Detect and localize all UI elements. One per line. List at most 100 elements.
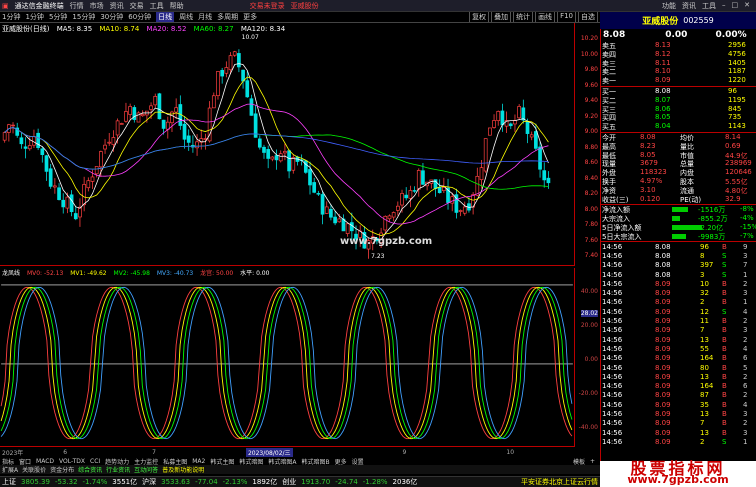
tool-button[interactable]: 画线 — [535, 12, 556, 22]
trade-price: 8.09 — [655, 335, 671, 344]
indicator-tick: 0.00 — [584, 356, 598, 363]
server-info[interactable]: 平安证券北京上证云行情 — [521, 477, 598, 487]
tool-button[interactable]: 复权 — [469, 12, 490, 22]
info-tab[interactable]: 普及新功能说明 — [162, 465, 204, 474]
period-tab[interactable]: 5分钟 — [49, 12, 67, 22]
add-tab[interactable]: + — [590, 458, 595, 465]
stat-row[interactable]: 现量 3679 总量 238969 — [600, 159, 756, 168]
menu-item[interactable]: 帮助 — [170, 1, 184, 11]
tool-button[interactable]: F10 — [557, 12, 576, 22]
stat-row[interactable]: 最低 8.05 市值 44.9亿 — [600, 151, 756, 160]
period-tab[interactable]: 更多 — [243, 12, 257, 22]
bid-price: 8.08 — [655, 87, 671, 95]
stat-row[interactable]: 收益(三) 0.120 PE(动) 32.9 — [600, 195, 756, 204]
index-name[interactable]: 上证 — [2, 477, 16, 487]
index-name[interactable]: 沪深 — [142, 477, 156, 487]
menu-item[interactable]: 市场 — [90, 1, 104, 11]
trade-price: 8.08 — [655, 251, 671, 260]
info-tab[interactable]: 扩展A — [2, 465, 18, 474]
trade-time: 14:56 — [602, 410, 623, 418]
candle-body — [220, 69, 225, 77]
bid-price: 8.05 — [655, 113, 671, 122]
period-tab[interactable]: 月线 — [198, 12, 212, 22]
ind-tab[interactable]: MACD — [36, 458, 54, 465]
trade-row: 14:56 8.09 2 S 1 — [600, 438, 756, 447]
date-axis: 2023年 6 7 2023/08/02/三 9 10 — [0, 448, 600, 457]
ind-tab[interactable]: VOL-TDX — [59, 458, 85, 465]
period-tab[interactable]: 1分钟 — [25, 12, 43, 22]
ask-row[interactable]: 卖五 8.13 2956 — [600, 41, 756, 50]
close-icon[interactable]: ✕ — [744, 1, 750, 11]
stock-header[interactable]: 亚威股份 002559 — [600, 12, 756, 29]
period-tab[interactable]: 30分钟 — [100, 12, 123, 22]
bid-row[interactable]: 买二 8.07 1195 — [600, 96, 756, 105]
info-tab[interactable]: 关联股价 — [22, 465, 46, 474]
stat-value: 32.9 — [725, 194, 741, 203]
trade-row: 14:56 8.09 12 S 4 — [600, 308, 756, 317]
period-tab[interactable]: 多周期 — [217, 12, 238, 22]
stat-row[interactable]: 最高 8.23 量比 0.69 — [600, 142, 756, 151]
trade-status[interactable]: 交易未登录 — [250, 1, 285, 11]
stat-row[interactable]: 净资 3.10 流通 4.80亿 — [600, 186, 756, 195]
stat-row[interactable]: 外盘 118323 内盘 120646 — [600, 168, 756, 177]
candle-body — [86, 180, 91, 189]
index-value: 3533.63 — [161, 478, 191, 486]
stat-row[interactable]: 换手 4.97% 股本 5.55亿 — [600, 177, 756, 186]
bid-row[interactable]: 买一 8.08 96 — [600, 87, 756, 96]
tool-button[interactable]: 统计 — [513, 12, 534, 22]
trade-row: 14:56 8.08 3 S 1 — [600, 271, 756, 280]
info-tab[interactable]: 综合资讯 — [78, 465, 102, 474]
ask-row[interactable]: 卖三 8.11 1405 — [600, 59, 756, 68]
candle-body — [257, 138, 262, 148]
menu-right[interactable]: 资讯 — [682, 1, 696, 11]
info-tab[interactable]: 互动问答 — [134, 465, 158, 474]
period-tab[interactable]: 周线 — [179, 12, 193, 22]
tool-button[interactable]: 自选 — [578, 12, 598, 22]
ask-row[interactable]: 卖二 8.10 1187 — [600, 67, 756, 76]
menu-item[interactable]: 工具 — [150, 1, 164, 11]
bid-volume: 96 — [728, 87, 737, 95]
ask-row[interactable]: 卖四 8.12 4756 — [600, 50, 756, 59]
stat-row[interactable]: 今开 8.08 均价 8.14 — [600, 133, 756, 142]
trade-count: 3 — [743, 251, 748, 260]
trade-count: 6 — [743, 354, 748, 363]
period-tab-active[interactable]: 日线 — [156, 12, 175, 22]
minimize-icon[interactable]: – — [722, 1, 726, 11]
info-tab[interactable]: 资金分布 — [50, 465, 74, 474]
bid-row[interactable]: 买三 8.06 845 — [600, 105, 756, 114]
trade-count: 1 — [743, 298, 748, 307]
period-tab[interactable]: 60分钟 — [128, 12, 151, 22]
indicator-chart[interactable] — [0, 268, 575, 447]
candle-body — [245, 80, 250, 98]
menu-right[interactable]: 工具 — [702, 1, 716, 11]
tool-button[interactable]: 叠加 — [491, 12, 512, 22]
info-tab[interactable]: 行业资讯 — [106, 465, 130, 474]
menu-item[interactable]: 资讯 — [110, 1, 124, 11]
candle-body — [48, 168, 53, 187]
menu-item[interactable]: 行情 — [70, 1, 84, 11]
maximize-icon[interactable]: □ — [732, 1, 739, 11]
ad-banner[interactable]: 股票指标网 www.7gpzb.com — [600, 461, 756, 487]
ask-row[interactable]: 卖一 8.09 1220 — [600, 76, 756, 85]
trade-row: 14:56 8.09 80 B 5 — [600, 364, 756, 373]
candle-body — [479, 167, 484, 181]
menu-right[interactable]: 功能 — [662, 1, 676, 11]
index-change: -24.74 — [335, 478, 358, 486]
index-name[interactable]: 创业 — [282, 477, 296, 487]
period-tab[interactable]: 15分钟 — [72, 12, 95, 22]
trade-row: 14:56 8.09 11 B 2 — [600, 317, 756, 326]
menu-item[interactable]: 交易 — [130, 1, 144, 11]
index-change: -53.32 — [54, 478, 78, 486]
trade-volume: 96 — [700, 242, 709, 251]
bid-row[interactable]: 买四 8.05 735 — [600, 113, 756, 122]
trade-volume: 35 — [700, 400, 709, 409]
candle-body — [157, 93, 162, 120]
bid-row[interactable]: 买五 8.04 1143 — [600, 122, 756, 131]
ind-tab[interactable]: MA2 — [192, 458, 205, 465]
candlestick-chart[interactable]: 10.07 7.23 — [0, 23, 575, 266]
ind-tab[interactable]: CCI — [90, 458, 100, 465]
period-tab[interactable]: 1分钟 — [2, 12, 20, 22]
trade-count: 4 — [743, 307, 748, 316]
index-change: -77.04 — [195, 478, 218, 486]
candle-body — [44, 155, 49, 172]
